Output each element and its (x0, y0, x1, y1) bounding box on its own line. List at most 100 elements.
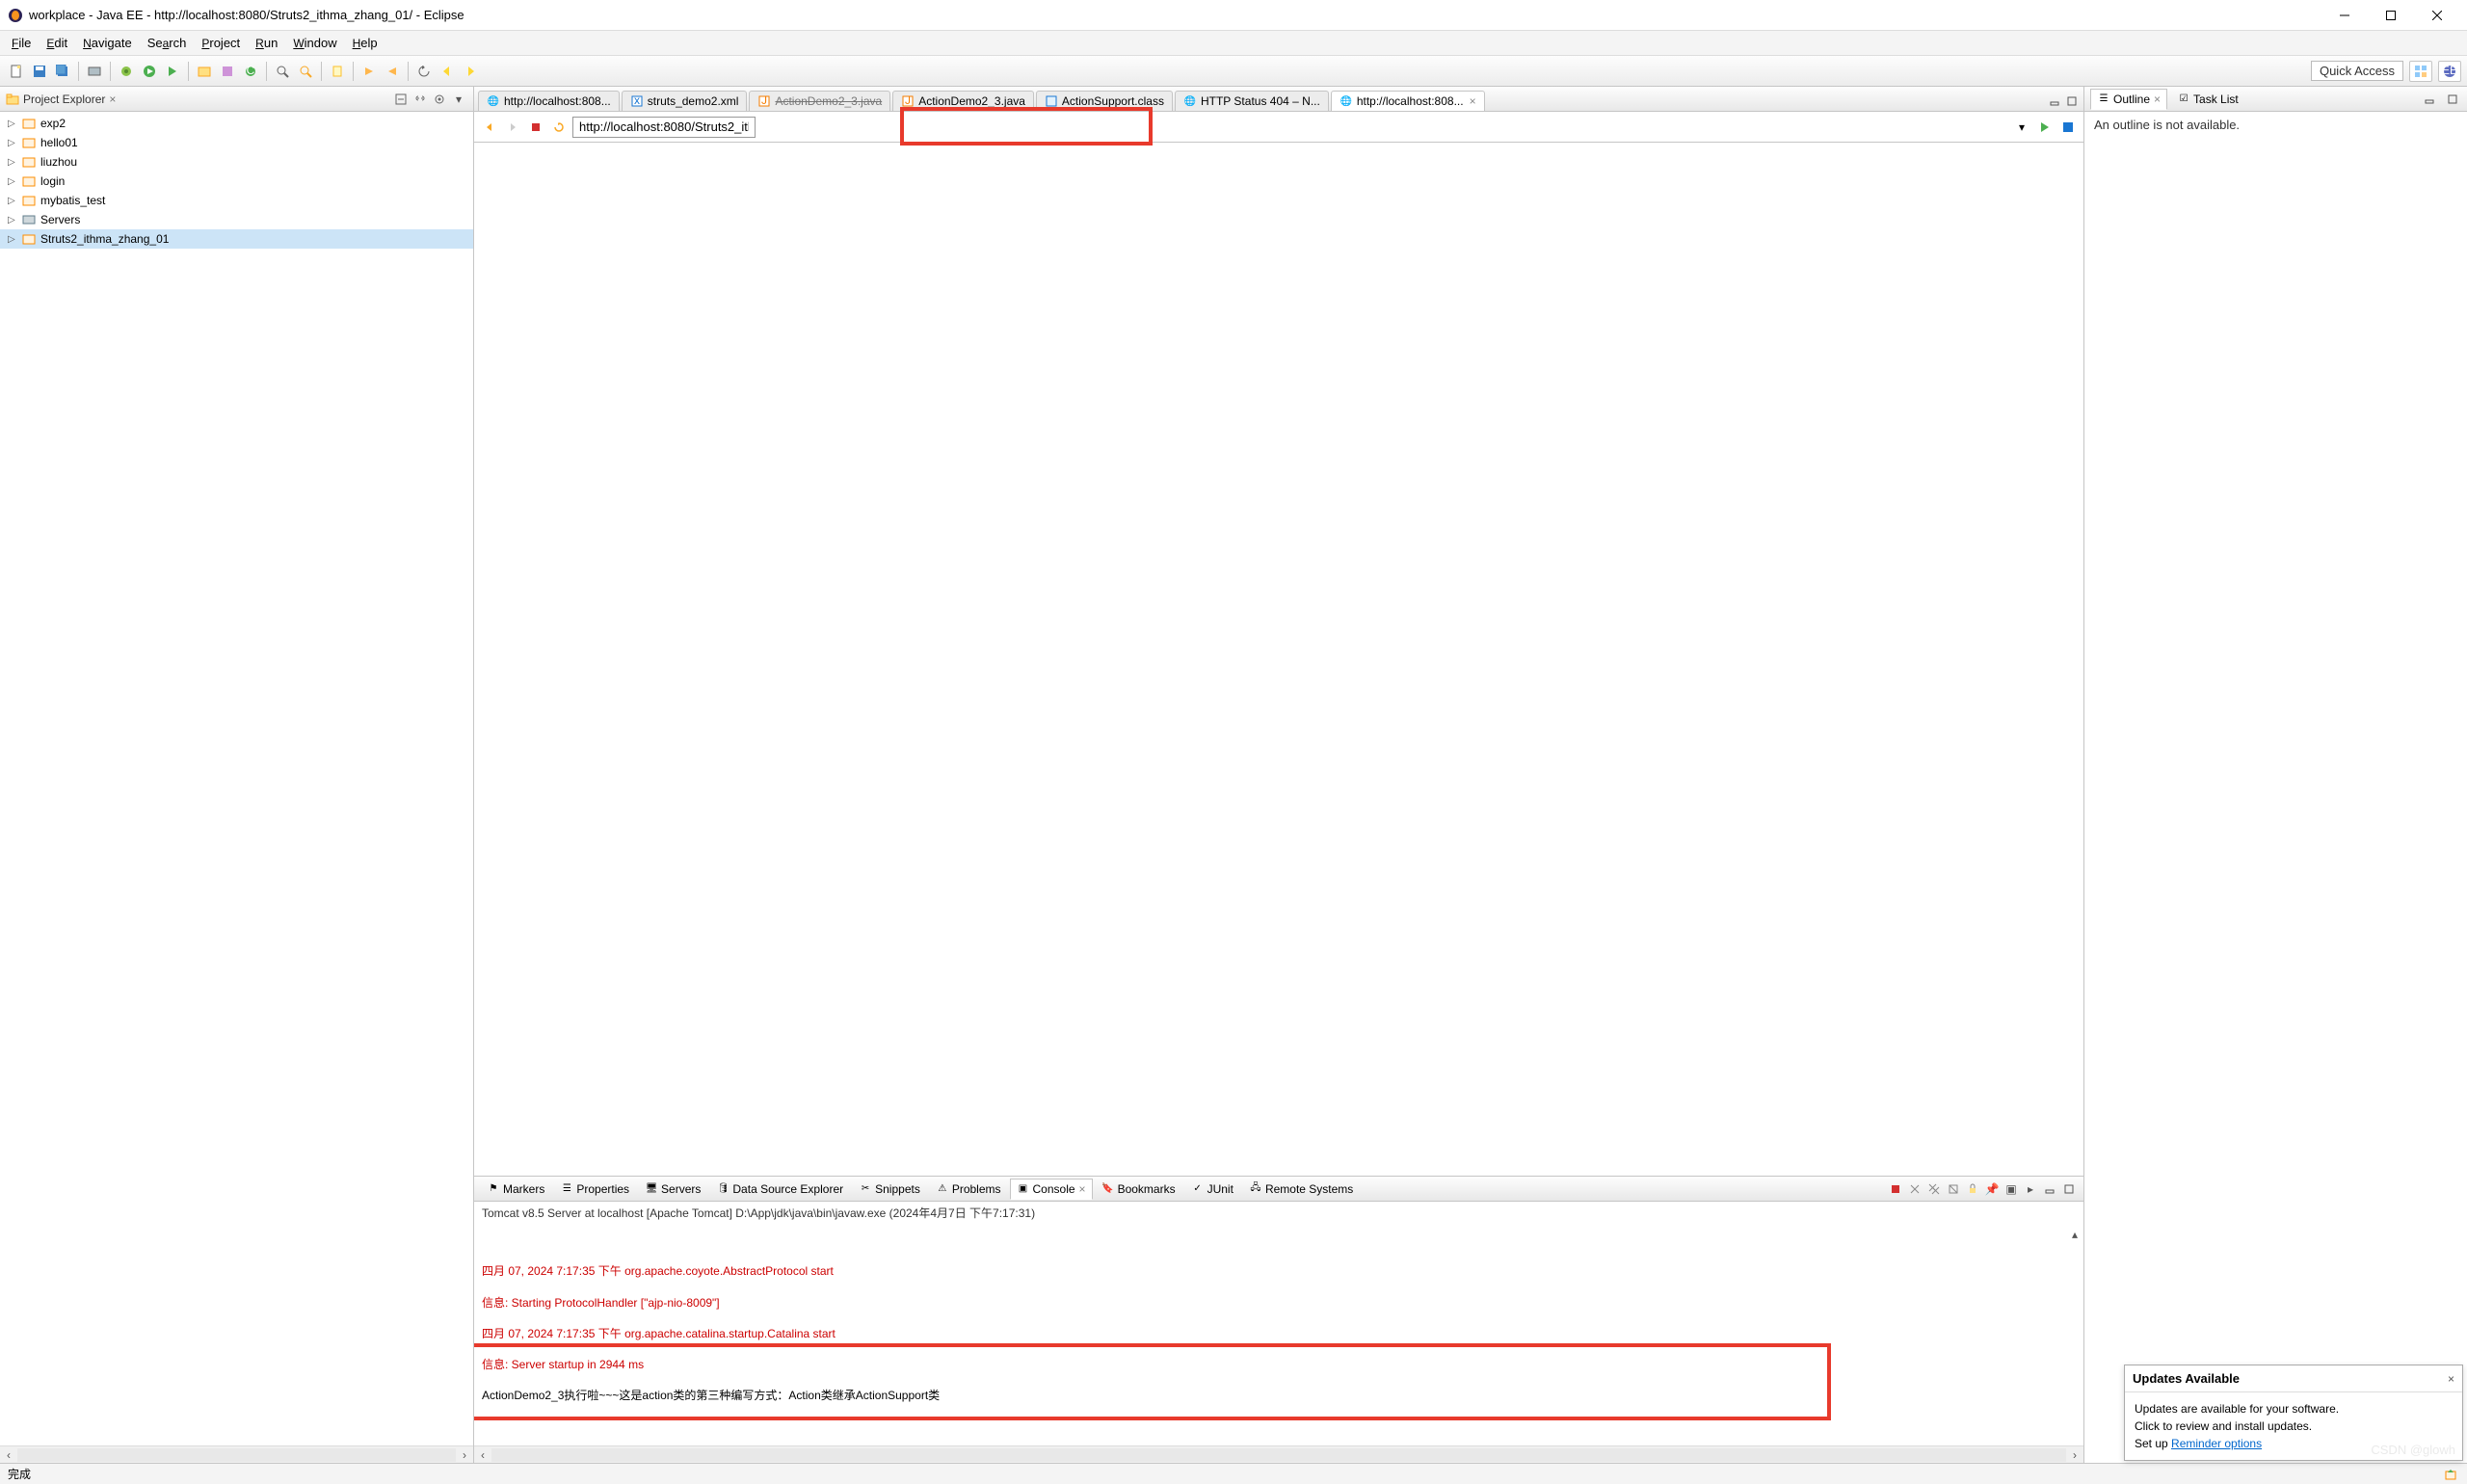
tab-problems[interactable]: ⚠Problems (929, 1179, 1008, 1200)
toggle-mark-button[interactable] (327, 61, 348, 82)
browser-stop-icon[interactable] (526, 118, 545, 137)
console-vscroll[interactable]: ▴ (2066, 1224, 2083, 1246)
editor-tab[interactable]: 🌐HTTP Status 404 – N... (1175, 91, 1329, 111)
javaee-perspective-button[interactable]: EE (2438, 61, 2461, 82)
menu-project[interactable]: Project (194, 33, 248, 53)
remove-all-icon[interactable] (1925, 1180, 1943, 1198)
open-perspective-button[interactable] (2409, 61, 2432, 82)
new-package-button[interactable] (217, 61, 238, 82)
menu-search[interactable]: Search (140, 33, 195, 53)
go-button[interactable] (2035, 118, 2055, 137)
menu-edit[interactable]: Edit (39, 33, 75, 53)
menu-file[interactable]: File (4, 33, 39, 53)
max-outline-icon[interactable] (2444, 91, 2461, 108)
scroll-right-icon[interactable]: › (2066, 1448, 2083, 1462)
tab-junit[interactable]: ✓JUnit (1184, 1179, 1240, 1200)
menu-help[interactable]: Help (345, 33, 385, 53)
new-class-button[interactable]: C (240, 61, 261, 82)
display-console-icon[interactable]: ▣ (2003, 1180, 2020, 1198)
tab-snippets[interactable]: ✂Snippets (852, 1179, 927, 1200)
url-input[interactable] (572, 117, 756, 138)
tree-item[interactable]: ▷hello01 (0, 133, 473, 152)
tab-properties[interactable]: ☰Properties (553, 1179, 636, 1200)
browser-refresh-icon[interactable] (549, 118, 569, 137)
browser-back-icon[interactable] (480, 118, 499, 137)
tree-item[interactable]: ▷Servers (0, 210, 473, 229)
project-explorer-hscroll[interactable]: ‹ › (0, 1445, 473, 1463)
tab-bookmarks[interactable]: 🔖Bookmarks (1095, 1179, 1182, 1200)
remove-launch-icon[interactable] (1906, 1180, 1923, 1198)
tab-markers[interactable]: ⚑Markers (480, 1179, 551, 1200)
terminate-icon[interactable] (1887, 1180, 1904, 1198)
minimize-button[interactable] (2322, 1, 2367, 30)
browser-favorite-icon[interactable] (2058, 118, 2078, 137)
run-last-button[interactable] (162, 61, 183, 82)
next-annotation-button[interactable] (358, 61, 380, 82)
editor-tab[interactable]: JActionDemo2_3.java (892, 91, 1034, 111)
tab-outline[interactable]: ☰Outline× (2090, 89, 2167, 110)
search-button[interactable] (295, 61, 316, 82)
scroll-left-icon[interactable]: ‹ (0, 1448, 17, 1462)
console-hscroll[interactable]: ‹ › (474, 1445, 2083, 1463)
tree-item[interactable]: ▷mybatis_test (0, 191, 473, 210)
quick-access[interactable]: Quick Access (2311, 61, 2403, 81)
tree-item[interactable]: ▷Struts2_ithma_zhang_01 (0, 229, 473, 249)
run-button[interactable] (139, 61, 160, 82)
prev-annotation-button[interactable] (382, 61, 403, 82)
focus-task-icon[interactable] (431, 91, 448, 108)
tree-item[interactable]: ▷exp2 (0, 114, 473, 133)
console-output[interactable]: 四月 07, 2024 7:17:35 下午 org.apache.coyote… (474, 1224, 2083, 1445)
maximize-editor-icon[interactable] (2064, 93, 2080, 109)
project-tree[interactable]: ▷exp2 ▷hello01 ▷liuzhou ▷login ▷mybatis_… (0, 112, 473, 1445)
close-view-icon[interactable]: × (109, 93, 116, 106)
new-server-button[interactable] (84, 61, 105, 82)
minimize-editor-icon[interactable] (2047, 93, 2062, 109)
min-bottom-icon[interactable] (2041, 1180, 2058, 1198)
back-button[interactable] (437, 61, 458, 82)
editor-tab[interactable]: JActionDemo2_3.java (749, 91, 890, 111)
url-dropdown-icon[interactable]: ▾ (2012, 118, 2031, 137)
updates-status-icon[interactable] (2442, 1466, 2459, 1483)
collapse-all-icon[interactable] (392, 91, 410, 108)
maximize-button[interactable] (2369, 1, 2413, 30)
scroll-left-icon[interactable]: ‹ (474, 1448, 491, 1462)
close-tab-icon[interactable]: × (1079, 1182, 1086, 1196)
scroll-lock-icon[interactable] (1964, 1180, 1981, 1198)
max-bottom-icon[interactable] (2060, 1180, 2078, 1198)
menu-run[interactable]: Run (248, 33, 285, 53)
tab-servers[interactable]: 🖥Servers (638, 1179, 707, 1200)
open-type-button[interactable] (272, 61, 293, 82)
new-java-project-button[interactable] (194, 61, 215, 82)
menu-navigate[interactable]: Navigate (75, 33, 140, 53)
open-console-icon[interactable]: ▸ (2022, 1180, 2039, 1198)
clear-console-icon[interactable] (1945, 1180, 1962, 1198)
tab-remote[interactable]: 🖧Remote Systems (1242, 1179, 1360, 1200)
close-popup-icon[interactable]: × (2448, 1372, 2454, 1386)
save-all-button[interactable] (52, 61, 73, 82)
save-button[interactable] (29, 61, 50, 82)
forward-button[interactable] (460, 61, 481, 82)
scroll-right-icon[interactable]: › (456, 1448, 473, 1462)
tree-item[interactable]: ▷login (0, 172, 473, 191)
editor-tab[interactable]: 🌐http://localhost:808... (478, 91, 620, 111)
close-tab-icon[interactable]: × (1470, 94, 1476, 108)
debug-button[interactable] (116, 61, 137, 82)
close-button[interactable] (2415, 1, 2459, 30)
menu-window[interactable]: Window (285, 33, 344, 53)
new-button[interactable] (6, 61, 27, 82)
reminder-options-link[interactable]: Reminder options (2171, 1437, 2262, 1450)
tab-tasklist[interactable]: ☑Task List (2171, 90, 2244, 109)
editor-tab[interactable]: ActionSupport.class (1036, 91, 1173, 111)
browser-forward-icon[interactable] (503, 118, 522, 137)
pin-console-icon[interactable]: 📌 (1983, 1180, 2001, 1198)
link-editor-icon[interactable] (411, 91, 429, 108)
editor-tab[interactable]: xstruts_demo2.xml (622, 91, 748, 111)
editor-tab[interactable]: 🌐http://localhost:808...× (1331, 91, 1485, 111)
tab-console[interactable]: ▣Console× (1010, 1179, 1093, 1200)
last-edit-button[interactable] (413, 61, 435, 82)
tab-data-source[interactable]: 🛢Data Source Explorer (709, 1179, 850, 1200)
close-tab-icon[interactable]: × (2154, 93, 2161, 106)
min-outline-icon[interactable] (2421, 91, 2438, 108)
tree-item[interactable]: ▷liuzhou (0, 152, 473, 172)
view-menu-icon[interactable]: ▾ (450, 91, 467, 108)
